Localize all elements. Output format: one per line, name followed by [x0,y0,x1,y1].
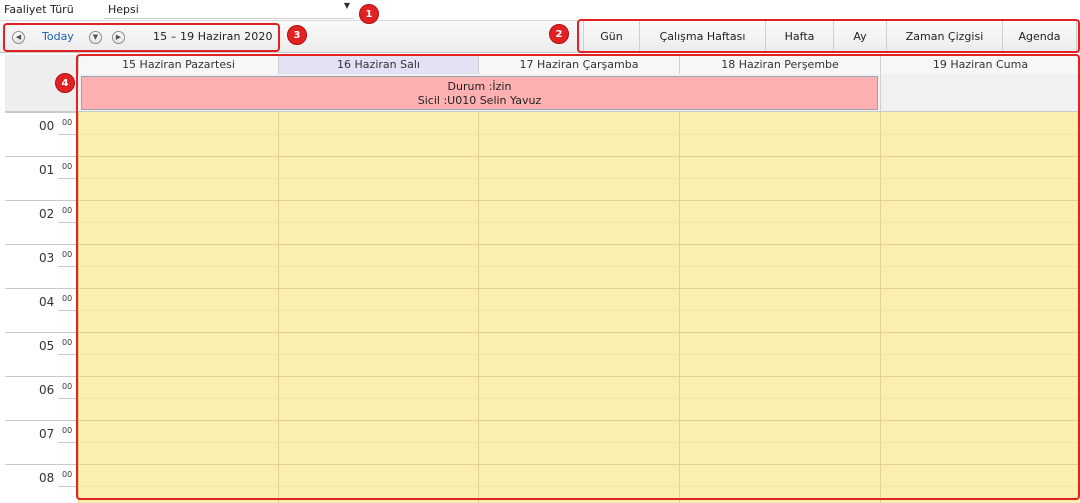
hour-label-row: 00 00 [5,112,78,156]
hour-label-row: 03 00 [5,244,78,288]
hour-label: 07 [39,427,55,441]
hour-label: 04 [39,295,55,309]
activity-type-value: Hepsi [108,3,139,16]
hour-label-row: 05 00 [5,332,78,376]
hour-label: 00 [39,119,55,133]
callout-box-4 [76,54,1080,500]
hour-label-row: 06 00 [5,376,78,420]
callout-box-2 [577,19,1080,53]
hour-label: 05 [39,339,55,353]
callout-marker-4: 4 [55,73,75,93]
minute-label: 00 [62,162,73,171]
time-gutter: 00 00 01 00 02 00 03 00 04 00 05 00 06 0… [5,55,78,503]
hour-label-row: 08 00 [5,464,78,503]
minute-label: 00 [62,382,73,391]
minute-label: 00 [62,294,73,303]
filter-label: Faaliyet Türü [4,3,74,16]
hour-label: 03 [39,251,55,265]
hour-label-row: 02 00 [5,200,78,244]
hour-label: 01 [39,163,55,177]
hour-label-row: 01 00 [5,156,78,200]
minute-label: 00 [62,426,73,435]
callout-marker-1: 1 [359,4,379,24]
callout-box-3 [3,23,280,52]
callout-marker-3: 3 [287,25,307,45]
hour-label: 02 [39,207,55,221]
minute-label: 00 [62,250,73,259]
hour-label: 06 [39,383,55,397]
minute-label: 00 [62,206,73,215]
hour-label: 08 [39,471,55,485]
minute-label: 00 [62,118,73,127]
activity-type-select[interactable]: Hepsi ▼ [104,0,354,19]
minute-label: 00 [62,470,73,479]
minute-label: 00 [62,338,73,347]
chevron-down-icon[interactable]: ▼ [344,1,350,10]
callout-marker-2: 2 [549,24,569,44]
hour-label-row: 07 00 [5,420,78,464]
hour-label-row: 04 00 [5,288,78,332]
